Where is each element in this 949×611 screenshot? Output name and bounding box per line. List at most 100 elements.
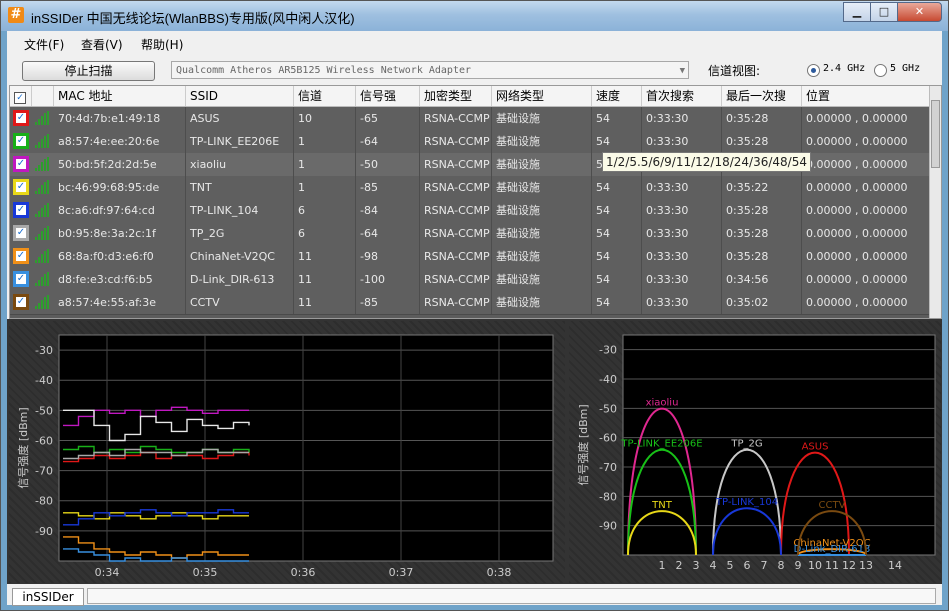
y-tick-label: -70 bbox=[599, 461, 617, 474]
col-first-seen[interactable]: 首次搜索 bbox=[642, 86, 722, 106]
band-24-radio[interactable] bbox=[807, 64, 820, 77]
cell-mac: a8:57:4e:55:af:3e bbox=[54, 291, 186, 314]
maximize-button[interactable]: □ bbox=[870, 2, 898, 22]
table-row[interactable]: ✓ d8:fe:e3:cd:f6:b5 D-Link_DIR-613 11 -100 RS… bbox=[10, 268, 930, 292]
app-logo-icon: # bbox=[8, 7, 24, 23]
cell-last: 0:35:28 bbox=[722, 130, 802, 153]
table-row[interactable]: ✓ 8c:a6:df:97:64:cd TP-LINK_104 6 -84 RSNA-CC… bbox=[10, 199, 930, 223]
cell-mac: d8:fe:e3:cd:f6:b5 bbox=[54, 268, 186, 291]
cell-speed: 54 bbox=[592, 130, 642, 153]
menu-view[interactable]: 查看(V) bbox=[81, 36, 123, 53]
row-checkbox[interactable]: ✓ bbox=[13, 179, 29, 195]
minimize-button[interactable]: ▁ bbox=[843, 2, 871, 22]
table-row[interactable]: ✓ a8:57:4e:ee:20:6e TP-LINK_EE206E 1 -64 RSNA… bbox=[10, 130, 930, 154]
table-row[interactable]: ✓ b0:95:8e:3a:2c:1f TP_2G 6 -64 RSNA-CCMP 基础设施… bbox=[10, 222, 930, 246]
table-row[interactable]: ✓ 70:4d:7b:e1:49:18 ASUS 10 -65 RSNA-CCMP 基础设施… bbox=[10, 107, 930, 131]
cell-first: 0:33:30 bbox=[642, 245, 722, 268]
y-tick-label: -30 bbox=[599, 344, 617, 357]
signal-bars-icon bbox=[35, 111, 51, 125]
cell-network: 基础设施 bbox=[492, 199, 592, 222]
channel-graph-panel: -30 -40 -50 -60 -70 -80 -90 1 2 3 4 5 6 7 8 9 10 11 12 13 14… bbox=[569, 321, 941, 583]
table-row[interactable]: ✓ bc:46:99:68:95:de TNT 1 -85 RSNA-CCMP 基础设施 54… bbox=[10, 176, 930, 200]
cell-last: 0:35:22 bbox=[722, 176, 802, 199]
cell-network: 基础设施 bbox=[492, 222, 592, 245]
signal-bars-icon bbox=[35, 249, 51, 263]
col-mac[interactable]: MAC 地址 bbox=[54, 86, 186, 106]
row-checkbox[interactable]: ✓ bbox=[13, 271, 29, 287]
row-checkbox[interactable]: ✓ bbox=[13, 133, 29, 149]
ssid-label: ASUS bbox=[802, 441, 829, 452]
cell-security: RSNA-CCMP bbox=[420, 291, 492, 314]
cell-channel: 6 bbox=[294, 199, 356, 222]
status-bar: inSSIDer bbox=[7, 584, 942, 606]
x-tick-label: 9 bbox=[795, 559, 802, 572]
col-speed[interactable]: 速度 bbox=[592, 86, 642, 106]
ssid-label: D-Link_DIR-613 bbox=[794, 544, 871, 555]
cell-ssid: D-Link_DIR-613 bbox=[186, 268, 294, 291]
cell-rssi: -100 bbox=[356, 268, 420, 291]
band-5-radio[interactable] bbox=[874, 64, 887, 77]
cell-rssi: -85 bbox=[356, 291, 420, 314]
x-tick-label: 7 bbox=[761, 559, 768, 572]
cell-last: 0:35:28 bbox=[722, 107, 802, 130]
cell-security: RSNA-CCMP bbox=[420, 199, 492, 222]
cell-security: RSNA-CCMP bbox=[420, 130, 492, 153]
col-security[interactable]: 加密类型 bbox=[420, 86, 492, 106]
y-axis-label: 信号强度 [dBm] bbox=[16, 407, 30, 488]
cell-network: 基础设施 bbox=[492, 268, 592, 291]
adapter-select[interactable]: Qualcomm Atheros AR5B125 Wireless Networ… bbox=[171, 61, 689, 79]
close-button[interactable]: ✕ bbox=[897, 2, 942, 22]
status-tab[interactable]: inSSIDer bbox=[12, 588, 84, 606]
col-last-seen[interactable]: 最后一次搜 bbox=[722, 86, 802, 106]
row-checkbox[interactable]: ✓ bbox=[13, 225, 29, 241]
y-tick-label: -90 bbox=[599, 520, 617, 533]
menu-help[interactable]: 帮助(H) bbox=[141, 36, 183, 53]
row-checkbox[interactable]: ✓ bbox=[13, 294, 29, 310]
row-checkbox[interactable]: ✓ bbox=[13, 202, 29, 218]
col-rssi[interactable]: 信号强 bbox=[356, 86, 420, 106]
table-row[interactable]: ✓ 68:8a:f0:d3:e6:f0 ChinaNet-V2QC 11 -98 RSNA… bbox=[10, 245, 930, 269]
col-ssid[interactable]: SSID bbox=[186, 86, 294, 106]
table-row[interactable]: ✓ a8:57:4e:55:af:3e CCTV 11 -85 RSNA-CCMP 基础设施… bbox=[10, 291, 930, 315]
y-tick-label: -40 bbox=[35, 374, 53, 387]
col-network-type[interactable]: 网络类型 bbox=[492, 86, 592, 106]
toolbar: 停止扫描 Qualcomm Atheros AR5B125 Wireless N… bbox=[7, 55, 942, 85]
row-checkbox[interactable]: ✓ bbox=[13, 248, 29, 264]
network-table: ✓ MAC 地址 SSID 信道 信号强 加密类型 网络类型 速度 首次搜索 最… bbox=[9, 85, 942, 319]
cell-speed: 54 bbox=[592, 222, 642, 245]
cell-security: RSNA-CCMP bbox=[420, 268, 492, 291]
row-checkbox[interactable]: ✓ bbox=[13, 110, 29, 126]
x-tick-label: 0:34 bbox=[95, 566, 120, 579]
cell-rssi: -64 bbox=[356, 222, 420, 245]
col-channel[interactable]: 信道 bbox=[294, 86, 356, 106]
select-all-checkbox[interactable]: ✓ bbox=[10, 86, 32, 106]
cell-rssi: -85 bbox=[356, 176, 420, 199]
channel-view-label: 信道视图: bbox=[708, 64, 761, 78]
y-axis-label: 信号强度 [dBm] bbox=[576, 404, 590, 485]
band-24-label: 2.4 GHz bbox=[823, 63, 866, 74]
cell-last: 0:35:28 bbox=[722, 222, 802, 245]
adapter-select-value: Qualcomm Atheros AR5B125 Wireless Networ… bbox=[176, 65, 472, 76]
cell-location: 0.00000 , 0.00000 bbox=[802, 268, 930, 291]
cell-first: 0:33:30 bbox=[642, 268, 722, 291]
cell-last: 0:35:28 bbox=[722, 245, 802, 268]
cell-security: RSNA-CCMP bbox=[420, 107, 492, 130]
signal-bars-icon bbox=[35, 295, 51, 309]
title-bar: # inSSIDer 中国无线论坛(WlanBBS)专用版(风中闲人汉化) ▁ … bbox=[1, 1, 948, 31]
scrollbar-thumb[interactable] bbox=[931, 100, 940, 168]
x-tick-label: 0:37 bbox=[389, 566, 414, 579]
cell-mac: a8:57:4e:ee:20:6e bbox=[54, 130, 186, 153]
speed-tooltip: 1/2/5.5/6/9/11/12/18/24/36/48/54 bbox=[602, 152, 811, 172]
band-5-label: 5 GHz bbox=[890, 63, 921, 74]
stop-scan-button[interactable]: 停止扫描 bbox=[22, 61, 155, 81]
menu-bar: 文件(F) 查看(V) 帮助(H) bbox=[7, 31, 942, 55]
table-scrollbar[interactable] bbox=[929, 86, 941, 318]
menu-file[interactable]: 文件(F) bbox=[24, 36, 64, 53]
chevron-down-icon: ▼ bbox=[679, 66, 685, 76]
signal-column-header[interactable] bbox=[32, 86, 54, 106]
cell-location: 0.00000 , 0.00000 bbox=[802, 245, 930, 268]
row-checkbox[interactable]: ✓ bbox=[13, 156, 29, 172]
col-location[interactable]: 位置 bbox=[802, 86, 930, 106]
cell-ssid: TNT bbox=[186, 176, 294, 199]
cell-mac: 68:8a:f0:d3:e6:f0 bbox=[54, 245, 186, 268]
